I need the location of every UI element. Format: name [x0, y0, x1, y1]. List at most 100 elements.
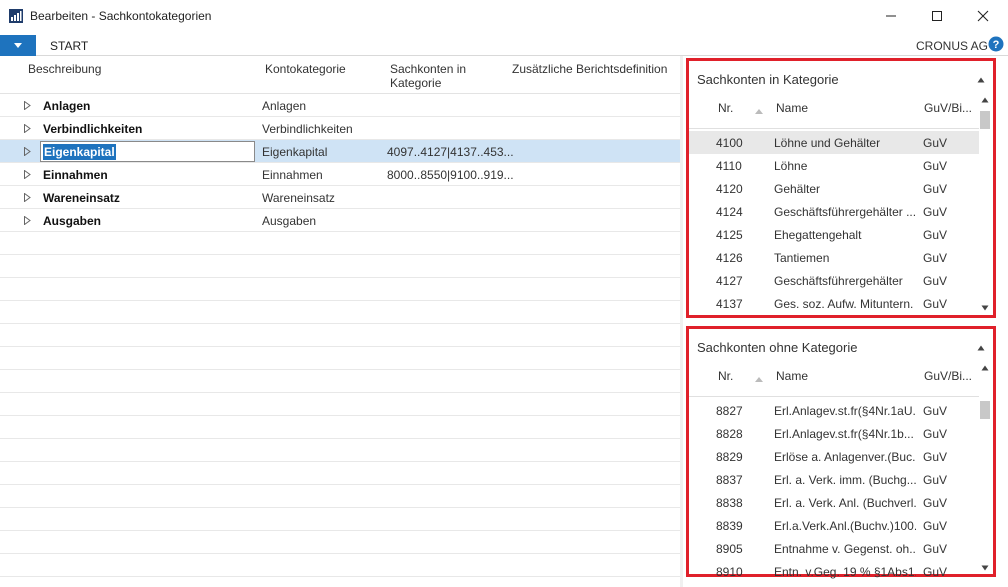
chevron-up-icon[interactable]	[977, 77, 985, 83]
help-icon[interactable]: ?	[988, 36, 1004, 52]
scroll-down-icon[interactable]	[981, 565, 989, 571]
col-nr[interactable]: Nr.	[718, 369, 733, 383]
svg-text:?: ?	[993, 39, 1000, 51]
row-accounts[interactable]: 4097..4127|4137..453...	[387, 145, 514, 159]
description-edit-field[interactable]: Eigenkapital	[40, 141, 255, 162]
company-name[interactable]: CRONUS AG	[916, 39, 988, 53]
row-description: Anlagen	[43, 99, 91, 113]
close-button[interactable]	[960, 0, 1006, 32]
maximize-button[interactable]	[914, 0, 960, 32]
tab-start[interactable]: START	[50, 39, 88, 53]
row-accounts[interactable]: 8000..8550|9100..919...	[387, 168, 514, 182]
header-sachkonten[interactable]: Sachkonten in Kategorie	[390, 62, 490, 90]
item-nr: 4125	[716, 228, 743, 242]
header-kontokategorie[interactable]: Kontokategorie	[265, 62, 346, 76]
item-name: Tantiemen	[774, 251, 830, 265]
list-item[interactable]: 8838 Erl. a. Verk. Anl. (Buchverl.) GuV	[689, 491, 979, 514]
item-name: Erl.Anlagev.st.fr(§4Nr.1b...	[774, 427, 914, 441]
row-category: Anlagen	[262, 99, 307, 113]
empty-row	[0, 439, 680, 462]
table-row[interactable]: Wareneinsatz Wareneinsatz	[0, 186, 680, 209]
list-item[interactable]: 8829 Erlöse a. Anlagenver.(Buc... GuV	[689, 445, 979, 468]
empty-row	[0, 393, 680, 416]
window-title: Bearbeiten - Sachkontokategorien	[30, 9, 212, 23]
table-row-selected[interactable]: Eigenkapital Eigenkapital 4097..4127|413…	[0, 140, 680, 163]
col-guv[interactable]: GuV/Bi...	[924, 101, 972, 115]
empty-row	[0, 508, 680, 531]
row-description[interactable]: Eigenkapital	[43, 144, 116, 160]
app-menu-button[interactable]	[0, 35, 36, 56]
close-icon	[977, 10, 989, 22]
panel-header: Nr. Name GuV/Bi...	[689, 365, 979, 397]
empty-row	[0, 232, 680, 255]
list-item[interactable]: 4110 Löhne GuV	[689, 154, 979, 177]
empty-row	[0, 462, 680, 485]
list-item[interactable]: 4125 Ehegattengehalt GuV	[689, 223, 979, 246]
scroll-thumb[interactable]	[980, 401, 990, 419]
chevron-up-icon[interactable]	[977, 345, 985, 351]
list-item[interactable]: 8839 Erl.a.Verk.Anl.(Buchv.)100... GuV	[689, 514, 979, 537]
expand-arrow-icon[interactable]	[24, 147, 31, 156]
expand-arrow-icon[interactable]	[24, 101, 31, 110]
panel-title: Sachkonten ohne Kategorie	[697, 340, 858, 355]
list-item[interactable]: 4127 Geschäftsführergehälter GuV	[689, 269, 979, 292]
item-guv: GuV	[923, 473, 948, 487]
scroll-up-icon[interactable]	[981, 97, 989, 103]
scroll-down-icon[interactable]	[981, 305, 989, 311]
scrollbar[interactable]	[979, 365, 991, 573]
item-guv: GuV	[923, 182, 948, 196]
grid-header: Beschreibung Kontokategorie Sachkonten i…	[0, 56, 680, 94]
item-guv: GuV	[923, 159, 948, 173]
item-guv: GuV	[923, 496, 948, 510]
panel-header: Nr. Name GuV/Bi...	[689, 97, 979, 129]
table-row[interactable]: Verbindlichkeiten Verbindlichkeiten	[0, 117, 680, 140]
list-item[interactable]: 4100 Löhne und Gehälter GuV	[689, 131, 979, 154]
row-category: Ausgaben	[262, 214, 317, 228]
list-item[interactable]: 4124 Geschäftsführergehälter ... GuV	[689, 200, 979, 223]
table-row[interactable]: Anlagen Anlagen	[0, 94, 680, 117]
item-guv: GuV	[923, 427, 948, 441]
item-nr: 4137	[716, 297, 743, 311]
header-zusaetzlich[interactable]: Zusätzliche Berichtsdefinition	[512, 62, 667, 76]
minimize-button[interactable]	[868, 0, 914, 32]
empty-row	[0, 370, 680, 393]
expand-arrow-icon[interactable]	[24, 170, 31, 179]
list-item[interactable]: 8905 Entnahme v. Gegenst. oh... GuV	[689, 537, 979, 560]
header-beschreibung[interactable]: Beschreibung	[28, 62, 101, 76]
list-item[interactable]: 8828 Erl.Anlagev.st.fr(§4Nr.1b... GuV	[689, 422, 979, 445]
col-name[interactable]: Name	[776, 369, 808, 383]
scrollbar[interactable]	[979, 97, 991, 313]
item-name: Geschäftsführergehälter	[774, 274, 903, 288]
scroll-thumb[interactable]	[980, 111, 990, 129]
col-name[interactable]: Name	[776, 101, 808, 115]
list-item[interactable]: 8837 Erl. a. Verk. imm. (Buchg... GuV	[689, 468, 979, 491]
row-category: Wareneinsatz	[262, 191, 335, 205]
list-item[interactable]: 4120 Gehälter GuV	[689, 177, 979, 200]
list-item[interactable]: 8910 Entn. v.Geg. 19 % §1Abs1... GuV	[689, 560, 979, 583]
empty-row	[0, 347, 680, 370]
list-item[interactable]: 4126 Tantiemen GuV	[689, 246, 979, 269]
col-guv[interactable]: GuV/Bi...	[924, 369, 972, 383]
list-item[interactable]: 8827 Erl.Anlagev.st.fr(§4Nr.1aU... GuV	[689, 399, 979, 422]
item-guv: GuV	[923, 251, 948, 265]
list-item[interactable]: 4137 Ges. soz. Aufw. Mituntern. GuV	[689, 292, 979, 315]
item-nr: 8827	[716, 404, 743, 418]
item-guv: GuV	[923, 297, 948, 311]
empty-row	[0, 255, 680, 278]
expand-arrow-icon[interactable]	[24, 216, 31, 225]
table-row[interactable]: Einnahmen Einnahmen 8000..8550|9100..919…	[0, 163, 680, 186]
expand-arrow-icon[interactable]	[24, 193, 31, 202]
item-name: Erl.Anlagev.st.fr(§4Nr.1aU...	[774, 404, 916, 418]
item-nr: 8829	[716, 450, 743, 464]
item-name: Löhne	[774, 159, 808, 173]
row-category: Verbindlichkeiten	[262, 122, 353, 136]
table-row[interactable]: Ausgaben Ausgaben	[0, 209, 680, 232]
item-name: Erl.a.Verk.Anl.(Buchv.)100...	[774, 519, 916, 533]
col-nr[interactable]: Nr.	[718, 101, 733, 115]
scroll-up-icon[interactable]	[981, 365, 989, 371]
item-guv: GuV	[923, 228, 948, 242]
maximize-icon	[932, 11, 942, 21]
empty-row	[0, 485, 680, 508]
panel-accounts-without-category: Sachkonten ohne Kategorie Nr. Name GuV/B…	[686, 326, 996, 579]
expand-arrow-icon[interactable]	[24, 124, 31, 133]
